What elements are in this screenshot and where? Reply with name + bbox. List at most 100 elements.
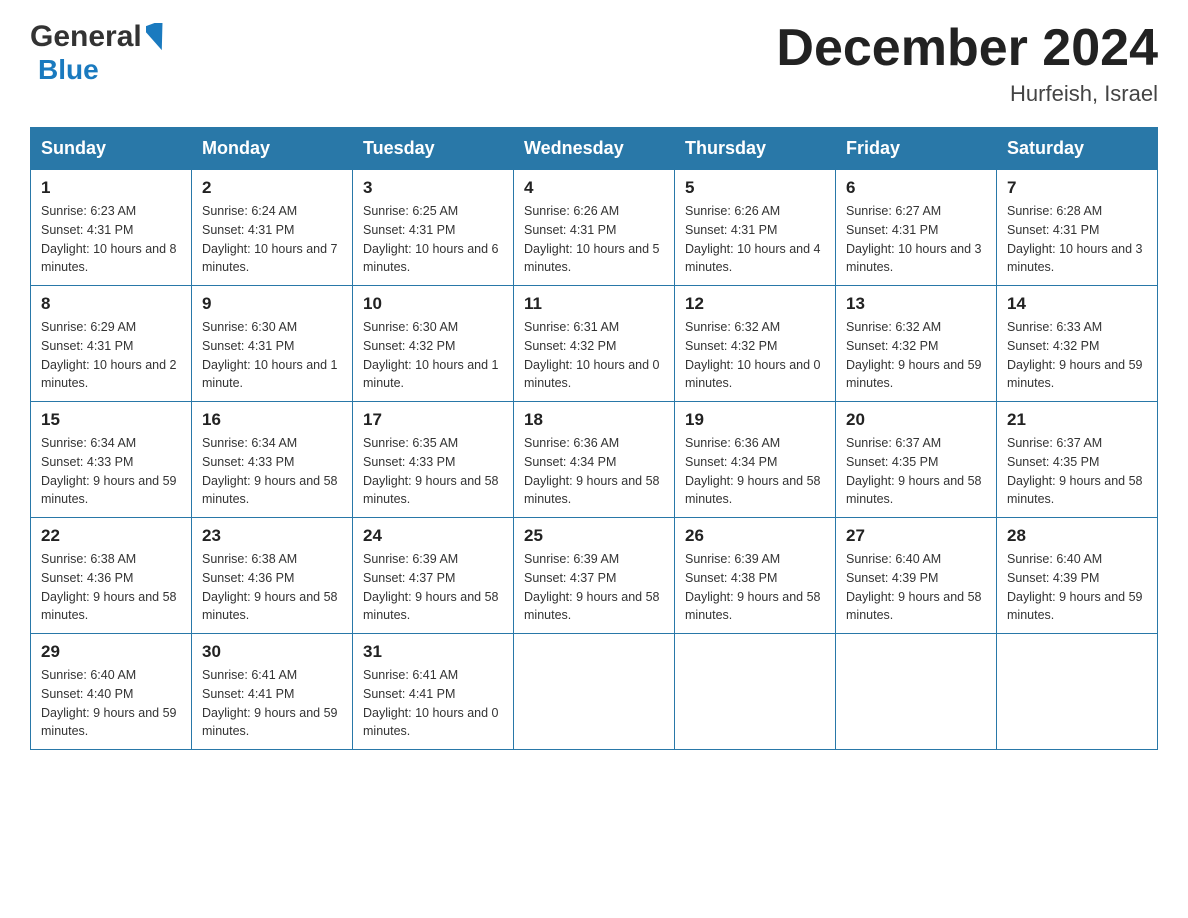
day-cell-4: 4Sunrise: 6:26 AMSunset: 4:31 PMDaylight…: [514, 170, 675, 286]
day-info: Sunrise: 6:40 AMSunset: 4:39 PMDaylight:…: [846, 550, 986, 625]
day-number: 14: [1007, 294, 1147, 314]
weekday-header-row: SundayMondayTuesdayWednesdayThursdayFrid…: [31, 128, 1158, 170]
weekday-header-tuesday: Tuesday: [353, 128, 514, 170]
day-info: Sunrise: 6:31 AMSunset: 4:32 PMDaylight:…: [524, 318, 664, 393]
day-cell-24: 24 Sunrise: 6:39 AMSunset: 4:37 PMDayligh…: [353, 518, 514, 634]
day-cell-29: 29 Sunrise: 6:40 AMSunset: 4:40 PMDayligh…: [31, 634, 192, 750]
day-number: 31: [363, 642, 503, 662]
day-cell-2: 2 Sunrise: 6:24 AMSunset: 4:31 PMDaylight…: [192, 170, 353, 286]
day-cell-26: 26 Sunrise: 6:39 AMSunset: 4:38 PMDayligh…: [675, 518, 836, 634]
day-info: Sunrise: 6:34 AMSunset: 4:33 PMDaylight:…: [202, 434, 342, 509]
day-info: Sunrise: 6:29 AMSunset: 4:31 PMDaylight:…: [41, 318, 181, 393]
calendar-table: SundayMondayTuesdayWednesdayThursdayFrid…: [30, 127, 1158, 750]
day-info: Sunrise: 6:39 AMSunset: 4:37 PMDaylight:…: [363, 550, 503, 625]
day-number: 29: [41, 642, 181, 662]
day-number: 22: [41, 526, 181, 546]
day-cell-8: 8Sunrise: 6:29 AMSunset: 4:31 PMDaylight…: [31, 286, 192, 402]
day-cell-22: 22Sunrise: 6:38 AMSunset: 4:36 PMDayligh…: [31, 518, 192, 634]
day-number: 24: [363, 526, 503, 546]
page-header: General Blue December 2024 Hurfeish, Isr…: [30, 20, 1158, 107]
day-info: Sunrise: 6:24 AMSunset: 4:31 PMDaylight:…: [202, 202, 342, 277]
day-cell-13: 13 Sunrise: 6:32 AMSunset: 4:32 PMDayligh…: [836, 286, 997, 402]
day-number: 9: [202, 294, 342, 314]
day-number: 6: [846, 178, 986, 198]
day-number: 7: [1007, 178, 1147, 198]
day-cell-14: 14Sunrise: 6:33 AMSunset: 4:32 PMDayligh…: [997, 286, 1158, 402]
week-row-4: 22Sunrise: 6:38 AMSunset: 4:36 PMDayligh…: [31, 518, 1158, 634]
day-number: 3: [363, 178, 503, 198]
day-number: 27: [846, 526, 986, 546]
day-info: Sunrise: 6:28 AMSunset: 4:31 PMDaylight:…: [1007, 202, 1147, 277]
logo: General Blue: [30, 20, 168, 86]
day-cell-25: 25 Sunrise: 6:39 AMSunset: 4:37 PMDayligh…: [514, 518, 675, 634]
day-info: Sunrise: 6:35 AMSunset: 4:33 PMDaylight:…: [363, 434, 503, 509]
day-info: Sunrise: 6:37 AMSunset: 4:35 PMDaylight:…: [846, 434, 986, 509]
day-info: Sunrise: 6:25 AMSunset: 4:31 PMDaylight:…: [363, 202, 503, 277]
day-number: 18: [524, 410, 664, 430]
day-number: 16: [202, 410, 342, 430]
day-info: Sunrise: 6:36 AMSunset: 4:34 PMDaylight:…: [685, 434, 825, 509]
day-info: Sunrise: 6:30 AMSunset: 4:32 PMDaylight:…: [363, 318, 503, 393]
week-row-1: 1 Sunrise: 6:23 AMSunset: 4:31 PMDaylight…: [31, 170, 1158, 286]
day-cell-10: 10 Sunrise: 6:30 AMSunset: 4:32 PMDayligh…: [353, 286, 514, 402]
day-cell-31: 31 Sunrise: 6:41 AMSunset: 4:41 PMDayligh…: [353, 634, 514, 750]
day-info: Sunrise: 6:40 AMSunset: 4:40 PMDaylight:…: [41, 666, 181, 741]
day-cell-16: 16 Sunrise: 6:34 AMSunset: 4:33 PMDayligh…: [192, 402, 353, 518]
day-number: 28: [1007, 526, 1147, 546]
day-cell-27: 27 Sunrise: 6:40 AMSunset: 4:39 PMDayligh…: [836, 518, 997, 634]
weekday-header-friday: Friday: [836, 128, 997, 170]
day-cell-11: 11 Sunrise: 6:31 AMSunset: 4:32 PMDayligh…: [514, 286, 675, 402]
day-cell-9: 9 Sunrise: 6:30 AMSunset: 4:31 PMDaylight…: [192, 286, 353, 402]
day-info: Sunrise: 6:32 AMSunset: 4:32 PMDaylight:…: [685, 318, 825, 393]
month-title: December 2024: [776, 20, 1158, 77]
day-number: 15: [41, 410, 181, 430]
day-number: 30: [202, 642, 342, 662]
day-cell-20: 20 Sunrise: 6:37 AMSunset: 4:35 PMDayligh…: [836, 402, 997, 518]
day-cell-18: 18Sunrise: 6:36 AMSunset: 4:34 PMDayligh…: [514, 402, 675, 518]
day-cell-19: 19 Sunrise: 6:36 AMSunset: 4:34 PMDayligh…: [675, 402, 836, 518]
day-number: 5: [685, 178, 825, 198]
day-number: 11: [524, 294, 664, 314]
logo-triangle-icon: [146, 23, 168, 51]
week-row-2: 8Sunrise: 6:29 AMSunset: 4:31 PMDaylight…: [31, 286, 1158, 402]
empty-cell: [675, 634, 836, 750]
day-number: 20: [846, 410, 986, 430]
weekday-header-saturday: Saturday: [997, 128, 1158, 170]
day-number: 1: [41, 178, 181, 198]
day-number: 25: [524, 526, 664, 546]
day-info: Sunrise: 6:41 AMSunset: 4:41 PMDaylight:…: [363, 666, 503, 741]
day-number: 10: [363, 294, 503, 314]
day-cell-15: 15Sunrise: 6:34 AMSunset: 4:33 PMDayligh…: [31, 402, 192, 518]
weekday-header-wednesday: Wednesday: [514, 128, 675, 170]
day-number: 17: [363, 410, 503, 430]
day-info: Sunrise: 6:23 AMSunset: 4:31 PMDaylight:…: [41, 202, 181, 277]
day-info: Sunrise: 6:40 AMSunset: 4:39 PMDaylight:…: [1007, 550, 1147, 625]
weekday-header-thursday: Thursday: [675, 128, 836, 170]
day-number: 13: [846, 294, 986, 314]
day-number: 19: [685, 410, 825, 430]
day-info: Sunrise: 6:30 AMSunset: 4:31 PMDaylight:…: [202, 318, 342, 393]
day-cell-3: 3 Sunrise: 6:25 AMSunset: 4:31 PMDaylight…: [353, 170, 514, 286]
day-info: Sunrise: 6:37 AMSunset: 4:35 PMDaylight:…: [1007, 434, 1147, 509]
day-info: Sunrise: 6:39 AMSunset: 4:38 PMDaylight:…: [685, 550, 825, 625]
day-info: Sunrise: 6:27 AMSunset: 4:31 PMDaylight:…: [846, 202, 986, 277]
day-number: 2: [202, 178, 342, 198]
day-cell-12: 12Sunrise: 6:32 AMSunset: 4:32 PMDayligh…: [675, 286, 836, 402]
day-info: Sunrise: 6:39 AMSunset: 4:37 PMDaylight:…: [524, 550, 664, 625]
week-row-5: 29 Sunrise: 6:40 AMSunset: 4:40 PMDayligh…: [31, 634, 1158, 750]
weekday-header-monday: Monday: [192, 128, 353, 170]
day-number: 26: [685, 526, 825, 546]
title-section: December 2024 Hurfeish, Israel: [776, 20, 1158, 107]
day-info: Sunrise: 6:32 AMSunset: 4:32 PMDaylight:…: [846, 318, 986, 393]
location-label: Hurfeish, Israel: [776, 81, 1158, 107]
week-row-3: 15 Sunrise: 6:34 AMSunset: 4:33 PMDayligh…: [31, 402, 1158, 518]
day-info: Sunrise: 6:41 AMSunset: 4:41 PMDaylight:…: [202, 666, 342, 741]
day-info: Sunrise: 6:26 AMSunset: 4:31 PMDaylight:…: [524, 202, 664, 277]
empty-cell: [997, 634, 1158, 750]
empty-cell: [514, 634, 675, 750]
day-cell-6: 6 Sunrise: 6:27 AMSunset: 4:31 PMDaylight…: [836, 170, 997, 286]
day-info: Sunrise: 6:26 AMSunset: 4:31 PMDaylight:…: [685, 202, 825, 277]
day-cell-28: 28 Sunrise: 6:40 AMSunset: 4:39 PMDayligh…: [997, 518, 1158, 634]
day-cell-17: 17 Sunrise: 6:35 AMSunset: 4:33 PMDayligh…: [353, 402, 514, 518]
day-cell-23: 23Sunrise: 6:38 AMSunset: 4:36 PMDayligh…: [192, 518, 353, 634]
